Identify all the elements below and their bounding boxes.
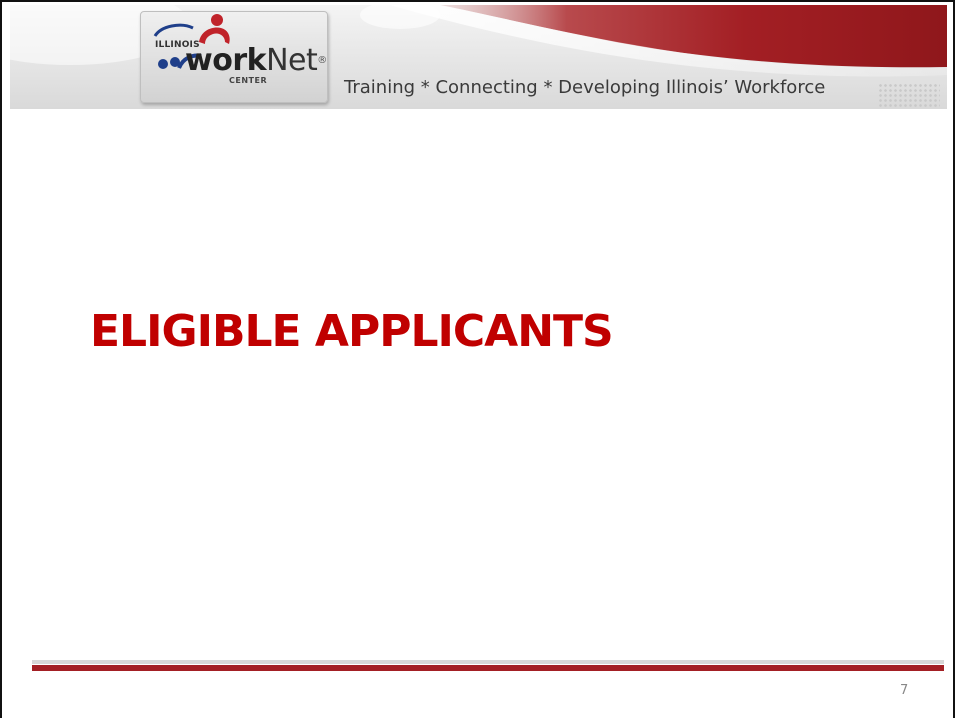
slide: ILLINOIS workNet® CENTER Training * Conn…: [0, 0, 955, 718]
slide-page-number: 7: [900, 683, 909, 698]
decorative-dot-pattern: [878, 83, 940, 109]
footer-divider-red: [32, 665, 944, 671]
workNet-logo: ILLINOIS workNet® CENTER: [140, 11, 328, 103]
footer-divider-grey: [32, 660, 944, 664]
logo-net-text: Net: [266, 43, 318, 78]
logo-work-text: work: [185, 43, 267, 78]
logo-center-text: CENTER: [229, 76, 268, 85]
slide-title: ELIGIBLE APPLICANTS: [90, 306, 614, 357]
header-banner: ILLINOIS workNet® CENTER Training * Conn…: [10, 5, 947, 109]
logo-registered-mark: ®: [317, 55, 327, 66]
header-tagline: Training * Connecting * Developing Illin…: [344, 77, 826, 98]
logo-wordmark: workNet®: [185, 46, 327, 76]
